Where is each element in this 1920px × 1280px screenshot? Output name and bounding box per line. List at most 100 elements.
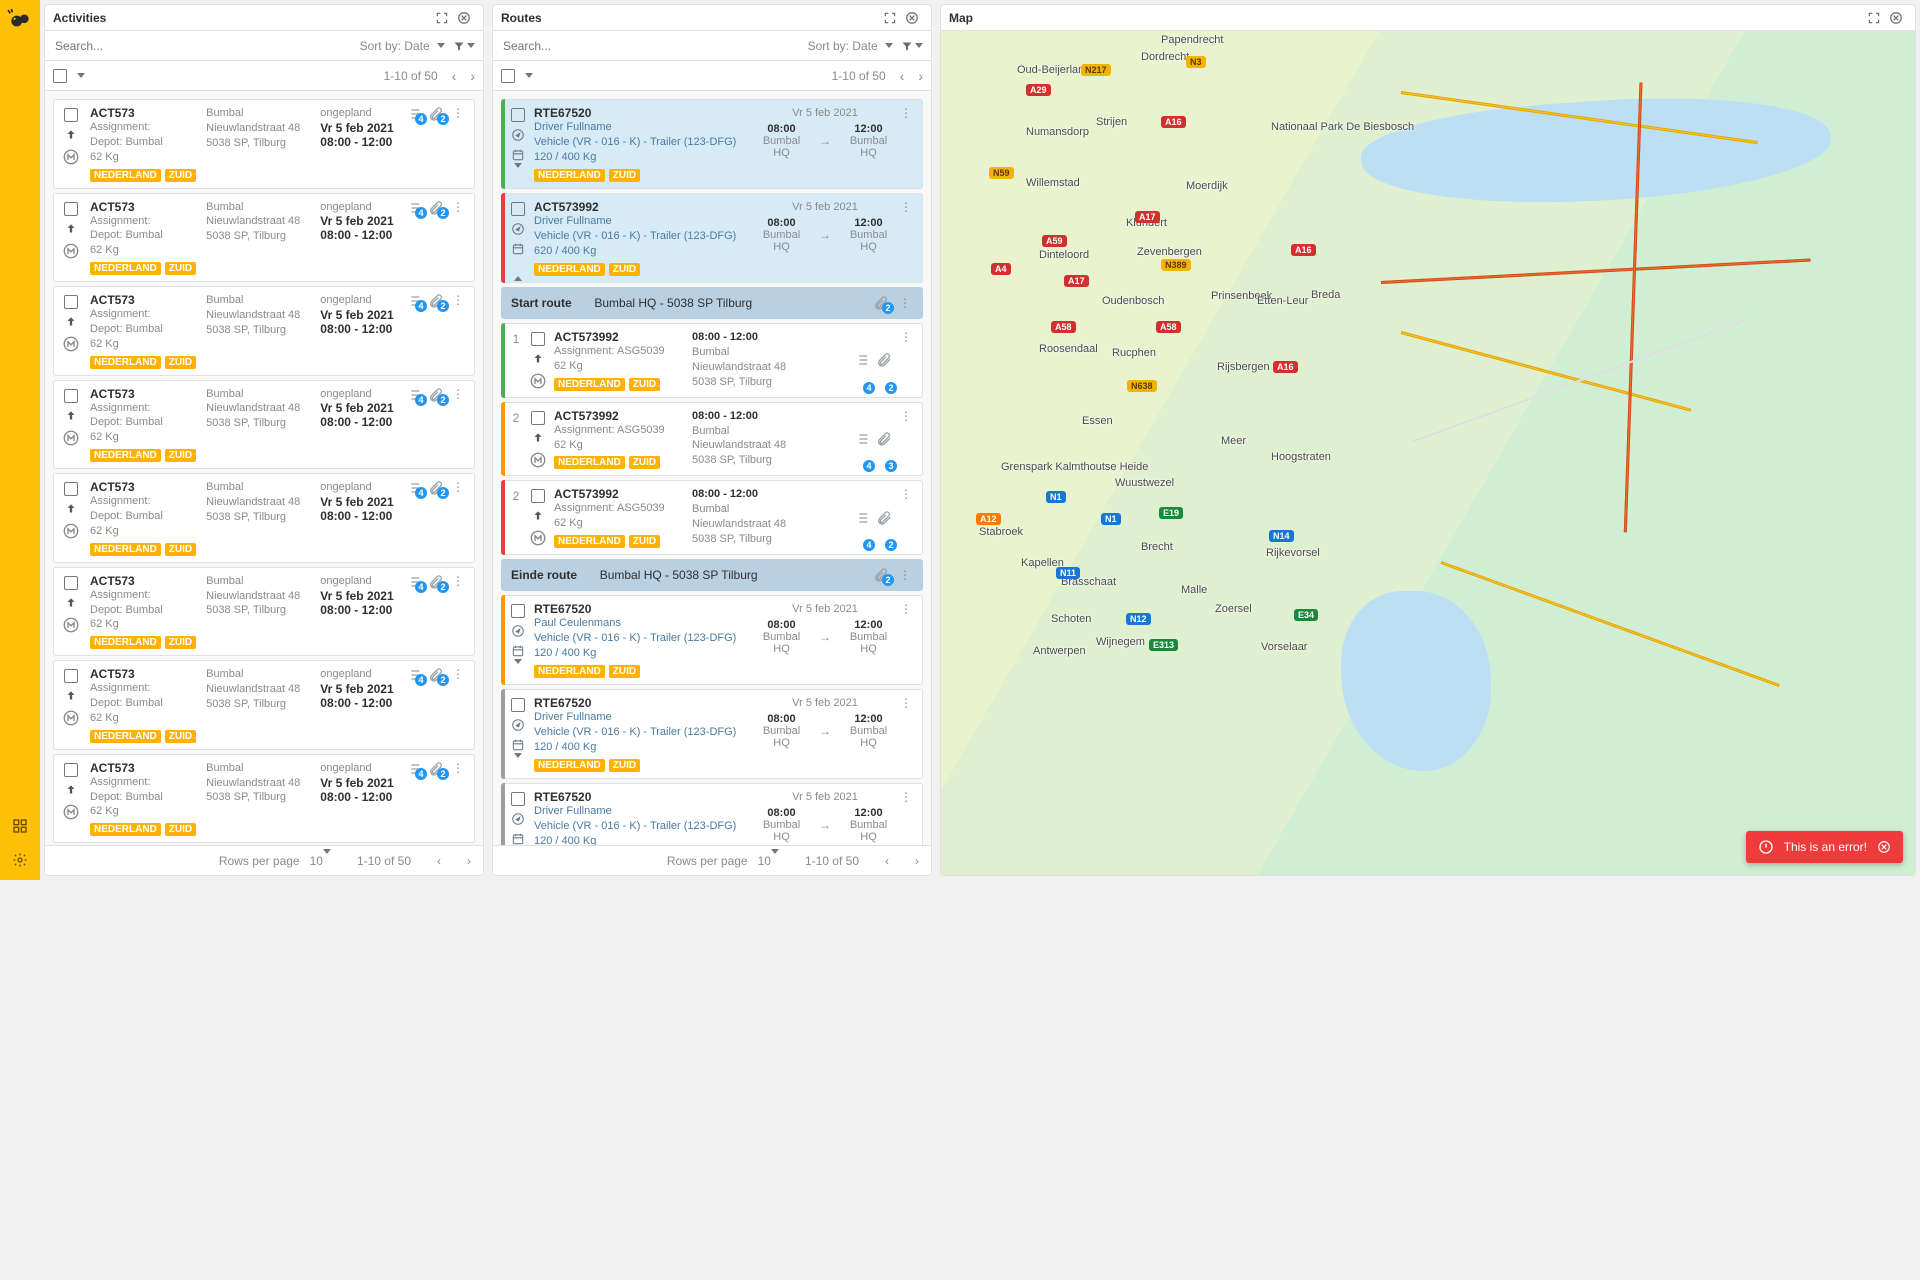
activities-footer-next[interactable]: ›	[467, 854, 471, 868]
badge-icon[interactable]: 2	[428, 387, 444, 403]
filter-icon[interactable]	[453, 35, 475, 57]
route-stop-row[interactable]: 1 ACT573992 Assignment: ASG5039 62 Kg NE…	[501, 323, 923, 398]
more-icon[interactable]: ⋮	[450, 667, 466, 681]
route-checkbox[interactable]	[511, 108, 525, 122]
rail-settings-button[interactable]	[6, 846, 34, 874]
route-card[interactable]: ACT573992 Driver Fullname Vehicle (VR - …	[501, 193, 923, 283]
activities-footer-prev[interactable]: ‹	[437, 854, 441, 868]
badge-icon[interactable]: 2	[876, 487, 892, 548]
activity-checkbox[interactable]	[64, 763, 78, 777]
expand-icon[interactable]	[514, 262, 522, 276]
route-stop-row[interactable]: 2 ACT573992 Assignment: ASG5039 62 Kg NE…	[501, 480, 923, 555]
stop-checkbox[interactable]	[531, 489, 545, 503]
fullscreen-icon[interactable]	[431, 7, 453, 29]
badge-icon[interactable]: 2	[428, 574, 444, 590]
route-checkbox[interactable]	[511, 202, 525, 216]
more-icon[interactable]: ⋮	[450, 480, 466, 494]
badge-icon[interactable]: 2	[428, 106, 444, 122]
expand-icon[interactable]	[514, 758, 522, 772]
rail-apps-button[interactable]	[6, 812, 34, 840]
more-icon[interactable]: ⋮	[450, 200, 466, 214]
badge-icon[interactable]: 2	[428, 293, 444, 309]
badge-icon[interactable]: 2	[428, 761, 444, 777]
more-icon[interactable]: ⋮	[450, 761, 466, 775]
close-icon[interactable]	[1885, 7, 1907, 29]
activity-checkbox[interactable]	[64, 482, 78, 496]
badge-icon[interactable]: 2	[428, 200, 444, 216]
more-icon[interactable]: ⋮	[897, 568, 913, 582]
rows-per-page-select[interactable]: 10	[758, 854, 779, 868]
activities-search-input[interactable]	[53, 38, 352, 54]
badge-icon[interactable]: 3	[876, 409, 892, 470]
activity-card[interactable]: ACT573 Assignment: Depot: Bumbal 62 Kg N…	[53, 99, 475, 189]
activity-card[interactable]: ACT573 Assignment: Depot: Bumbal 62 Kg N…	[53, 567, 475, 657]
more-icon[interactable]: ⋮	[898, 696, 914, 710]
more-icon[interactable]: ⋮	[897, 296, 913, 310]
badge-icon[interactable]: 2	[428, 480, 444, 496]
route-card[interactable]: RTE67520 Paul Ceulenmans Vehicle (VR - 0…	[501, 595, 923, 685]
more-icon[interactable]: ⋮	[450, 574, 466, 588]
activity-card[interactable]: ACT573 Assignment: Depot: Bumbal 62 Kg N…	[53, 754, 475, 844]
activity-card[interactable]: ACT573 Assignment: Depot: Bumbal 62 Kg N…	[53, 193, 475, 283]
expand-icon[interactable]	[514, 664, 522, 678]
more-icon[interactable]: ⋮	[898, 200, 914, 214]
activities-next[interactable]: ›	[470, 68, 475, 84]
activities-sort[interactable]: Sort by: Date	[360, 39, 445, 53]
badge-icon[interactable]: 4	[854, 487, 870, 548]
map-canvas[interactable]: DordrechtOud-BeijerlandPapendrechtNumans…	[941, 31, 1915, 875]
route-checkbox[interactable]	[511, 604, 525, 618]
badge-icon[interactable]: 4	[854, 330, 870, 391]
badge-icon[interactable]: 4	[406, 480, 422, 496]
more-icon[interactable]: ⋮	[898, 330, 914, 391]
badge-icon[interactable]: 4	[406, 106, 422, 122]
badge-icon[interactable]: 2	[428, 667, 444, 683]
activity-checkbox[interactable]	[64, 202, 78, 216]
routes-select-all[interactable]	[501, 69, 515, 83]
routes-prev[interactable]: ‹	[900, 68, 905, 84]
fullscreen-icon[interactable]	[879, 7, 901, 29]
rows-per-page-select[interactable]: 10	[310, 854, 331, 868]
fullscreen-icon[interactable]	[1863, 7, 1885, 29]
badge-icon[interactable]: 2	[873, 295, 889, 311]
close-icon[interactable]	[453, 7, 475, 29]
routes-next[interactable]: ›	[918, 68, 923, 84]
badge-icon[interactable]: 2	[876, 330, 892, 391]
route-card[interactable]: RTE67520 Driver Fullname Vehicle (VR - 0…	[501, 783, 923, 845]
more-icon[interactable]: ⋮	[898, 602, 914, 616]
activity-card[interactable]: ACT573 Assignment: Depot: Bumbal 62 Kg N…	[53, 473, 475, 563]
activity-checkbox[interactable]	[64, 669, 78, 683]
activity-checkbox[interactable]	[64, 295, 78, 309]
stop-checkbox[interactable]	[531, 332, 545, 346]
activity-card[interactable]: ACT573 Assignment: Depot: Bumbal 62 Kg N…	[53, 380, 475, 470]
more-icon[interactable]: ⋮	[898, 487, 914, 548]
route-checkbox[interactable]	[511, 792, 525, 806]
toast-close-icon[interactable]	[1877, 840, 1891, 854]
filter-icon[interactable]	[901, 35, 923, 57]
activity-checkbox[interactable]	[64, 108, 78, 122]
route-checkbox[interactable]	[511, 698, 525, 712]
badge-icon[interactable]: 4	[406, 574, 422, 590]
stop-checkbox[interactable]	[531, 411, 545, 425]
routes-sort[interactable]: Sort by: Date	[808, 39, 893, 53]
more-icon[interactable]: ⋮	[450, 106, 466, 120]
activity-checkbox[interactable]	[64, 389, 78, 403]
route-card[interactable]: RTE67520 Driver Fullname Vehicle (VR - 0…	[501, 99, 923, 189]
badge-icon[interactable]: 2	[873, 567, 889, 583]
route-card[interactable]: RTE67520 Driver Fullname Vehicle (VR - 0…	[501, 689, 923, 779]
badge-icon[interactable]: 4	[406, 293, 422, 309]
badge-icon[interactable]: 4	[406, 200, 422, 216]
more-icon[interactable]: ⋮	[898, 790, 914, 804]
activity-card[interactable]: ACT573 Assignment: Depot: Bumbal 62 Kg N…	[53, 660, 475, 750]
more-icon[interactable]: ⋮	[450, 293, 466, 307]
activity-card[interactable]: ACT573 Assignment: Depot: Bumbal 62 Kg N…	[53, 286, 475, 376]
badge-icon[interactable]: 4	[854, 409, 870, 470]
expand-icon[interactable]	[514, 168, 522, 182]
activities-select-all[interactable]	[53, 69, 67, 83]
route-stop-row[interactable]: 2 ACT573992 Assignment: ASG5039 62 Kg NE…	[501, 402, 923, 477]
routes-footer-next[interactable]: ›	[915, 854, 919, 868]
routes-search-input[interactable]	[501, 38, 800, 54]
more-icon[interactable]: ⋮	[898, 409, 914, 470]
more-icon[interactable]: ⋮	[450, 387, 466, 401]
activities-prev[interactable]: ‹	[452, 68, 457, 84]
badge-icon[interactable]: 4	[406, 761, 422, 777]
